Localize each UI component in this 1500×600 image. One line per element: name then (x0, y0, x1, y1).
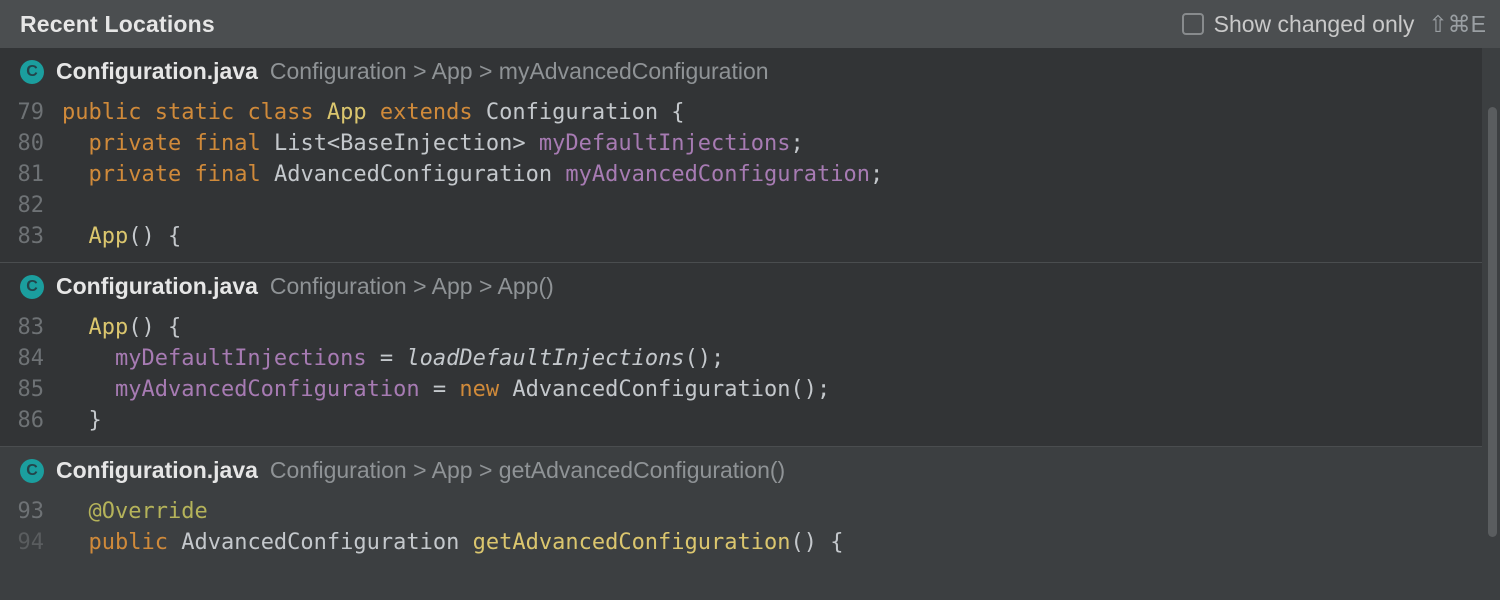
line-number: 84 (0, 343, 62, 374)
show-changed-only-label[interactable]: Show changed only (1214, 11, 1415, 38)
line-number: 80 (0, 128, 62, 159)
code-line[interactable]: 80 private final List<BaseInjection> myD… (0, 128, 1482, 159)
code-preview[interactable]: 79public static class App extends Config… (0, 95, 1482, 262)
shortcut-hint: ⇧⌘E (1428, 11, 1486, 38)
code-preview[interactable]: 83 App() {84 myDefaultInjections = loadD… (0, 310, 1482, 446)
class-icon: C (20, 60, 44, 84)
location-entry[interactable]: C Configuration.java Configuration > App >… (0, 263, 1482, 447)
code-line[interactable]: 83 App() { (0, 221, 1482, 252)
code-text: App() { (62, 312, 181, 343)
file-name: Configuration.java (56, 273, 258, 300)
code-line[interactable]: 79public static class App extends Config… (0, 97, 1482, 128)
code-line[interactable]: 82 (0, 190, 1482, 221)
header-controls: Show changed only ⇧⌘E (1182, 11, 1486, 38)
file-name: Configuration.java (56, 58, 258, 85)
entries-list: C Configuration.java Configuration > App >… (0, 48, 1500, 568)
line-number: 93 (0, 496, 62, 527)
code-text: myDefaultInjections = loadDefaultInjecti… (62, 343, 724, 374)
entry-header[interactable]: C Configuration.java Configuration > App >… (0, 48, 1482, 95)
breadcrumb: Configuration > App > myAdvancedConfigur… (270, 58, 769, 85)
line-number: 94 (0, 527, 62, 558)
code-text: myAdvancedConfiguration = new AdvancedCo… (62, 374, 830, 405)
file-name: Configuration.java (56, 457, 258, 484)
location-entry[interactable]: C Configuration.java Configuration > App >… (0, 48, 1482, 263)
line-number: 81 (0, 159, 62, 190)
line-number: 79 (0, 97, 62, 128)
class-icon: C (20, 275, 44, 299)
breadcrumb: Configuration > App > App() (270, 273, 554, 300)
line-number: 83 (0, 312, 62, 343)
show-changed-only-checkbox[interactable] (1182, 13, 1204, 35)
code-line[interactable]: 83 App() { (0, 312, 1482, 343)
code-text: } (62, 405, 102, 436)
code-line[interactable]: 85 myAdvancedConfiguration = new Advance… (0, 374, 1482, 405)
entries-viewport: C Configuration.java Configuration > App >… (0, 48, 1500, 600)
code-text: @Override (62, 496, 208, 527)
entry-header[interactable]: C Configuration.java Configuration > App >… (0, 447, 1482, 494)
code-text: public static class App extends Configur… (62, 97, 685, 128)
code-preview[interactable]: 93 @Override94 public AdvancedConfigurat… (0, 494, 1482, 568)
line-number: 82 (0, 190, 62, 221)
line-number: 83 (0, 221, 62, 252)
line-number: 86 (0, 405, 62, 436)
code-text: public AdvancedConfiguration getAdvanced… (62, 527, 844, 558)
code-line[interactable]: 81 private final AdvancedConfiguration m… (0, 159, 1482, 190)
code-text: private final AdvancedConfiguration myAd… (62, 159, 883, 190)
scrollbar-thumb[interactable] (1488, 107, 1497, 537)
class-icon: C (20, 459, 44, 483)
code-line[interactable]: 94 public AdvancedConfiguration getAdvan… (0, 527, 1482, 558)
popup-header: Recent Locations Show changed only ⇧⌘E (0, 0, 1500, 48)
location-entry[interactable]: C Configuration.java Configuration > App >… (0, 447, 1482, 568)
code-line[interactable]: 93 @Override (0, 496, 1482, 527)
breadcrumb: Configuration > App > getAdvancedConfigu… (270, 457, 785, 484)
line-number: 85 (0, 374, 62, 405)
code-line[interactable]: 86 } (0, 405, 1482, 436)
popup-title: Recent Locations (20, 11, 215, 38)
code-text: private final List<BaseInjection> myDefa… (62, 128, 804, 159)
entry-header[interactable]: C Configuration.java Configuration > App >… (0, 263, 1482, 310)
code-line[interactable]: 84 myDefaultInjections = loadDefaultInje… (0, 343, 1482, 374)
code-text: App() { (62, 221, 181, 252)
